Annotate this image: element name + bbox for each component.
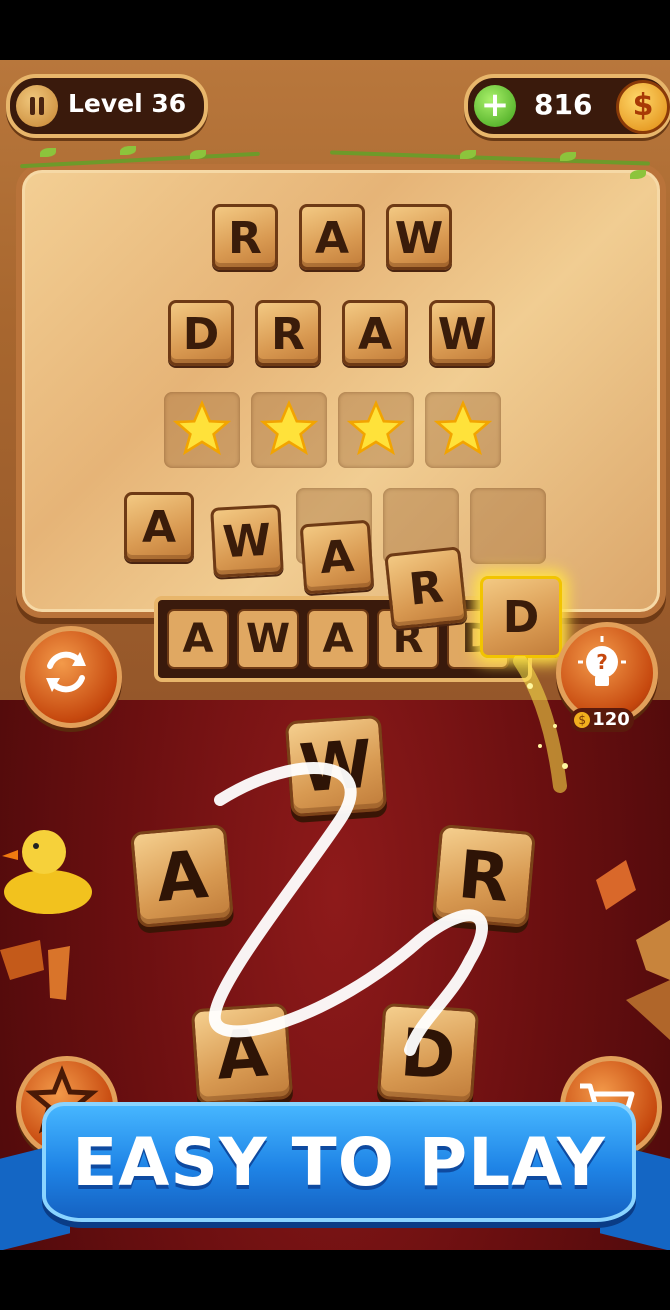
hint-cost-badge: $120 [570, 708, 634, 732]
game-screen: Level 36 + 816 $ R A W D R A W A W A A W… [0, 60, 670, 1250]
star-icon [172, 399, 232, 456]
solved-letter-tile: D [168, 300, 234, 366]
star-icon [433, 399, 493, 456]
solved-letter-tile: A [299, 204, 365, 270]
coin-counter: + 816 $ [464, 74, 670, 138]
solved-letter-tile: R [255, 300, 321, 366]
hint-cost-value: 120 [592, 709, 630, 730]
solved-letter-tile: A [342, 300, 408, 366]
solved-letter-tile: R [212, 204, 278, 270]
star-icon [346, 399, 406, 456]
level-indicator: Level 36 [6, 74, 208, 138]
preview-letter: A [182, 616, 214, 662]
preview-letter: A [322, 616, 354, 662]
puzzle-piece-decoration [596, 860, 670, 1040]
wheel-letter-tile[interactable]: D [376, 1002, 480, 1106]
flying-letter-tile: A [299, 519, 375, 595]
svg-text:?: ? [596, 650, 608, 674]
level-label: Level 36 [68, 89, 187, 118]
wheel-letter-tile[interactable]: W [284, 714, 388, 818]
promo-ribbon: EASY TO PLAY [42, 1102, 636, 1222]
word-preview-banner: A W A R D [154, 596, 532, 682]
solved-letter-tile: W [429, 300, 495, 366]
star-icon [259, 399, 319, 456]
coin-icon: $ [574, 712, 591, 728]
flying-letter-tile: W [210, 504, 284, 578]
rubber-duck-decoration [2, 830, 92, 914]
puzzle-piece-decoration [0, 940, 70, 1000]
wheel-letter-tile[interactable]: R [431, 823, 537, 929]
shuffle-button[interactable] [20, 626, 122, 728]
placed-letter-tile: A [124, 492, 194, 562]
coin-amount: 816 [534, 88, 593, 121]
add-coins-button[interactable]: + [474, 85, 516, 127]
preview-letter: W [245, 616, 291, 662]
wheel-letter-tile[interactable]: A [129, 823, 235, 929]
pause-button[interactable] [16, 85, 58, 127]
coin-icon: $ [616, 80, 670, 134]
wheel-letter-tile[interactable]: A [190, 1002, 294, 1106]
promo-banner-text: EASY TO PLAY [72, 1124, 606, 1201]
shuffle-icon [46, 651, 86, 693]
empty-letter-slot [470, 488, 546, 564]
solved-letter-tile: W [386, 204, 452, 270]
lightbulb-icon: ? [578, 636, 626, 686]
flying-letter-tile: R [384, 546, 468, 630]
flying-letter-tile-glow: D [480, 576, 562, 658]
